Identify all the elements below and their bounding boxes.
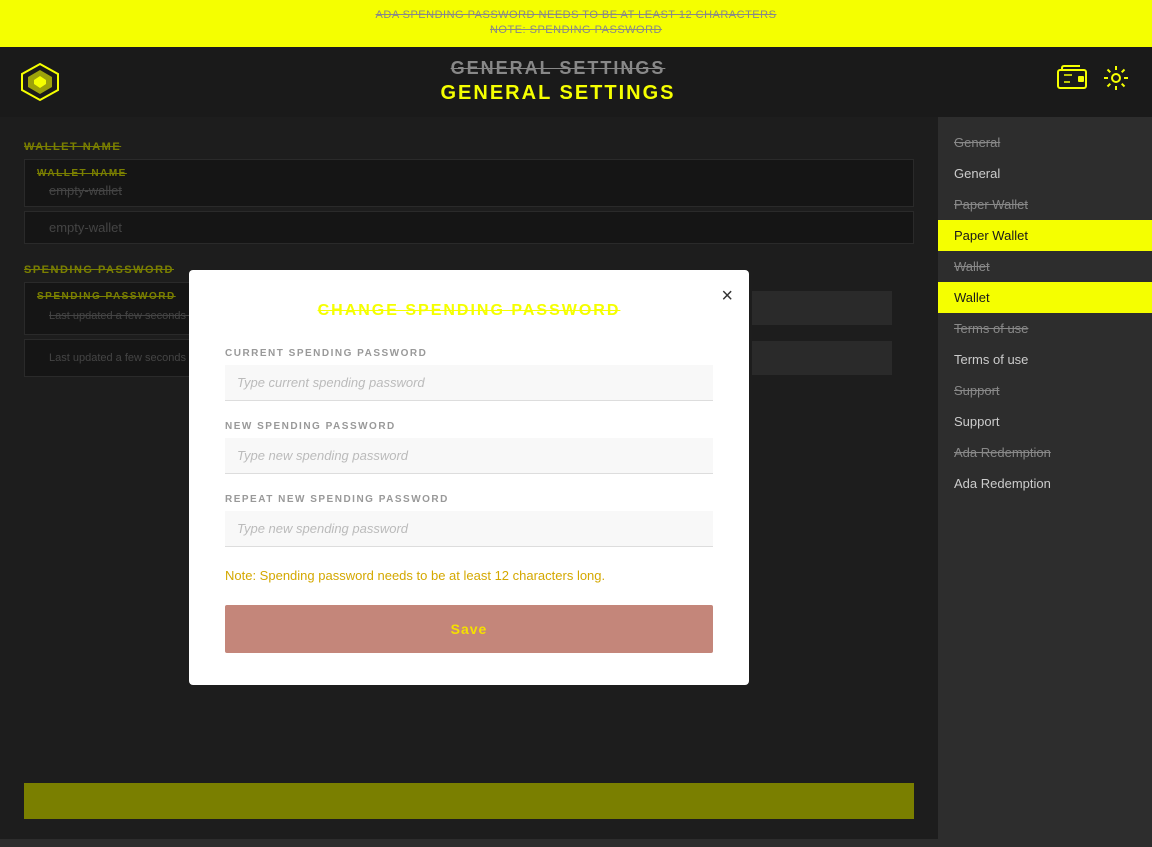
header: GENERAL SETTINGS GENERAL SETTINGS [0,47,1152,117]
sidebar-item-ada-2[interactable]: Ada Redemption [938,468,1152,499]
wallet-icon-button[interactable] [1056,62,1088,101]
sidebar-item-general-1[interactable]: General [938,127,1152,158]
settings-icon-button[interactable] [1100,62,1132,101]
current-password-label: CURRENT SPENDING PASSWORD [225,348,713,359]
top-banner: ADA SPENDING PASSWORD NEEDS TO BE AT LEA… [0,0,1152,47]
sidebar-item-ada-1[interactable]: Ada Redemption [938,437,1152,468]
repeat-password-input[interactable] [225,511,713,547]
sidebar-item-paper-wallet-2[interactable]: Paper Wallet [938,220,1152,251]
sidebar-item-general-2[interactable]: General [938,158,1152,189]
sidebar-item-support-2[interactable]: Support [938,406,1152,437]
repeat-password-label: REPEAT NEW SPENDING PASSWORD [225,494,713,505]
main-layout: WALLET NAME WALLET NAME empty-wallet emp… [0,117,1152,839]
modal-overlay: × CHANGE SPENDING PASSWORD CURRENT SPEND… [0,117,938,839]
sidebar-item-wallet-1[interactable]: Wallet [938,251,1152,282]
app-logo-icon [20,62,60,102]
banner-line1: ADA SPENDING PASSWORD NEEDS TO BE AT LEA… [0,8,1152,23]
banner-line2: NOTE: SPENDING PASSWORD [0,23,1152,38]
content-area: WALLET NAME WALLET NAME empty-wallet emp… [0,117,938,839]
header-icons [1056,62,1132,101]
new-password-field: NEW SPENDING PASSWORD [225,421,713,474]
current-password-field: CURRENT SPENDING PASSWORD [225,348,713,401]
header-title: GENERAL SETTINGS GENERAL SETTINGS [60,57,1056,106]
settings-icon [1100,62,1132,94]
new-password-label: NEW SPENDING PASSWORD [225,421,713,432]
modal-dialog: × CHANGE SPENDING PASSWORD CURRENT SPEND… [189,270,749,685]
modal-note: Note: Spending password needs to be at l… [225,567,713,585]
new-password-input[interactable] [225,438,713,474]
logo [20,62,60,102]
header-title-text-1: GENERAL SETTINGS [60,57,1056,80]
sidebar-item-terms-2[interactable]: Terms of use [938,344,1152,375]
modal-save-button[interactable]: Save [225,605,713,653]
sidebar: General General Paper Wallet Paper Walle… [938,117,1152,839]
repeat-password-field: REPEAT NEW SPENDING PASSWORD [225,494,713,547]
sidebar-item-wallet-2[interactable]: Wallet [938,282,1152,313]
header-title-text-2: GENERAL SETTINGS [60,80,1056,106]
current-password-input[interactable] [225,365,713,401]
modal-title-strike: CHANGE SPENDING PASSWORD [225,302,713,320]
sidebar-item-support-1[interactable]: Support [938,375,1152,406]
modal-close-button[interactable]: × [721,286,733,306]
sidebar-item-terms-1[interactable]: Terms of use [938,313,1152,344]
sidebar-item-paper-wallet-1[interactable]: Paper Wallet [938,189,1152,220]
wallet-icon [1056,62,1088,94]
